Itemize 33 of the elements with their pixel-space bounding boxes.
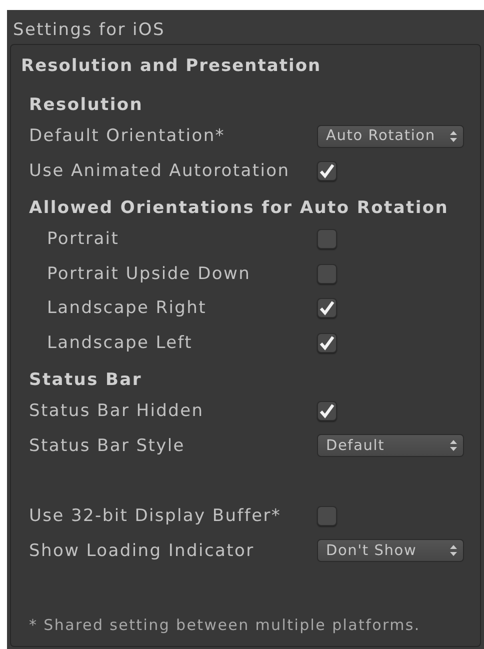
checkmark-icon (319, 334, 335, 351)
window-title: Settings for iOS (12, 19, 166, 38)
updown-arrows-icon (450, 130, 457, 142)
setting-label: Status Bar Style (29, 436, 186, 456)
section-heading: Status Bar (29, 369, 142, 392)
footnote: * Shared setting between multiple platforms. (29, 616, 420, 634)
checkbox[interactable] (317, 332, 337, 353)
checkbox[interactable] (317, 160, 337, 181)
checkbox[interactable] (317, 298, 337, 318)
checkmark-icon (319, 403, 335, 420)
checkbox[interactable] (317, 401, 337, 422)
dropdown[interactable]: Don't Show (317, 539, 464, 562)
setting-label: Default Orientation* (29, 126, 226, 146)
setting-label: Use 32-bit Display Buffer* (29, 506, 282, 526)
checkmark-icon (319, 162, 335, 179)
setting-label: Portrait (47, 229, 120, 250)
checkbox[interactable] (317, 264, 337, 284)
setting-label: Status Bar Hidden (29, 401, 205, 422)
section-heading: Allowed Orientations for Auto Rotation (29, 197, 449, 220)
setting-label: Show Loading Indicator (29, 540, 256, 561)
checkbox[interactable] (317, 506, 337, 526)
setting-label: Landscape Left (47, 332, 194, 353)
panel-title: Resolution and Presentation (21, 55, 322, 78)
updown-arrows-icon (450, 440, 457, 452)
dropdown[interactable]: Auto Rotation (317, 124, 464, 148)
setting-label: Landscape Right (47, 298, 208, 318)
section-heading: Resolution (29, 94, 144, 117)
updown-arrows-icon (450, 545, 457, 556)
checkmark-icon (319, 300, 335, 316)
setting-label: Use Animated Autorotation (29, 160, 291, 181)
checkbox[interactable] (317, 229, 337, 250)
dropdown[interactable]: Default (317, 434, 464, 458)
setting-label: Portrait Upside Down (47, 264, 252, 284)
